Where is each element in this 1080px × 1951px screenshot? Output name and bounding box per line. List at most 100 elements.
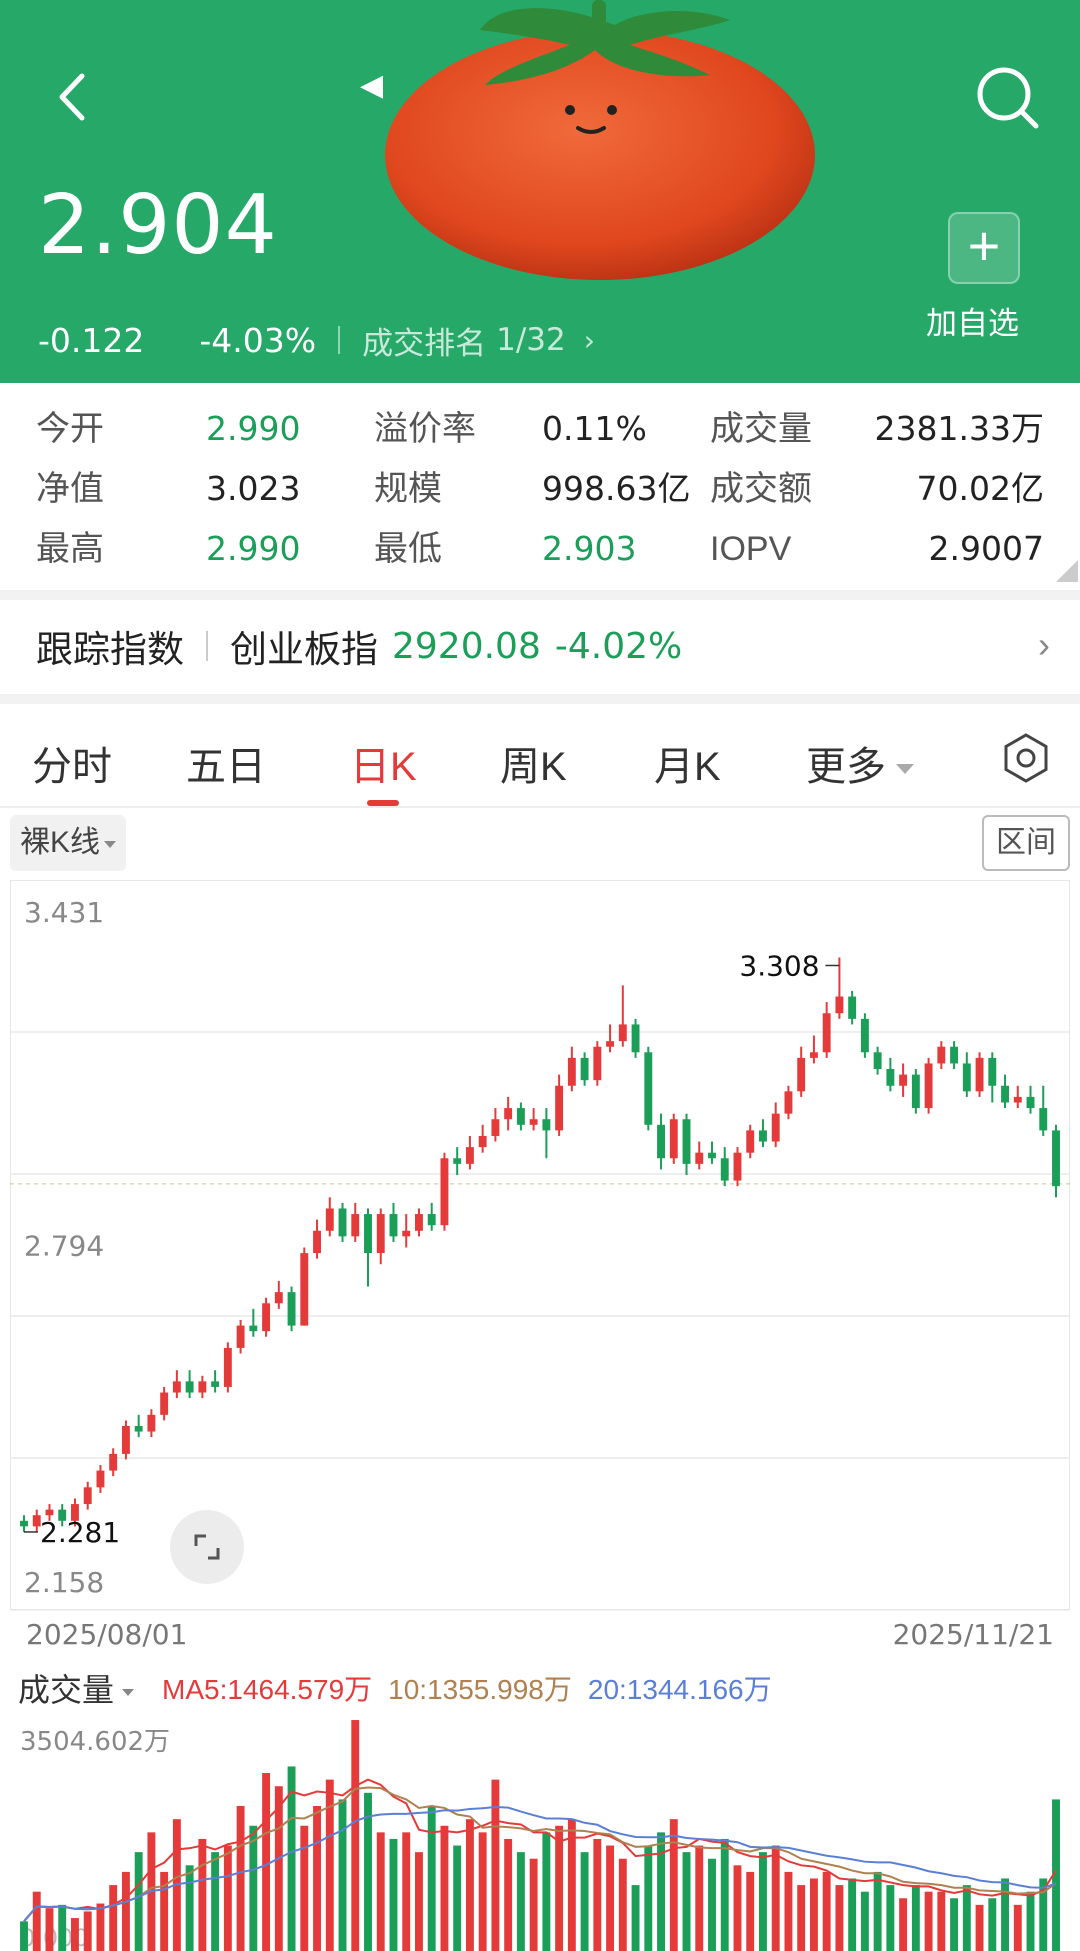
candle-body (733, 1152, 742, 1181)
candle-body (1001, 1085, 1009, 1103)
candle-body (262, 1303, 271, 1332)
stat-value-iopv: 2.9007 (928, 529, 1044, 568)
candle-body (415, 1214, 423, 1231)
candle-body (529, 1119, 538, 1125)
volume-bar (1026, 1891, 1035, 1951)
volume-bar (988, 1898, 997, 1951)
volume-bar (809, 1878, 818, 1951)
stat-value-open: 2.990 (206, 409, 301, 448)
candle-body (618, 1024, 627, 1042)
candle-body (376, 1214, 385, 1254)
volume-indicator-label: 成交量 (18, 1672, 115, 1708)
candle-body (1026, 1096, 1035, 1109)
chevron-right-icon[interactable]: › (1038, 624, 1050, 666)
candle-body (313, 1230, 321, 1254)
volume-bar (848, 1878, 857, 1951)
stat-label-nav: 净值 (36, 470, 104, 508)
candle-body (402, 1230, 411, 1237)
volume-bar (211, 1852, 220, 1951)
candle-body (389, 1214, 398, 1237)
candle-body (440, 1158, 449, 1226)
candle-body (848, 996, 857, 1019)
volume-bar (899, 1898, 908, 1951)
current-price: 2.904 (38, 178, 278, 273)
volume-bar (427, 1805, 436, 1951)
volume-bar (516, 1852, 525, 1951)
candle-body (121, 1425, 130, 1454)
volume-bar (822, 1871, 831, 1951)
chart-frame (10, 880, 1070, 1610)
candle-body (937, 1046, 946, 1064)
tab-five-day[interactable]: 五日 (186, 734, 266, 792)
candle-body (1039, 1108, 1048, 1131)
tab-daily-k[interactable]: 日K (350, 734, 417, 792)
volume-bar (236, 1805, 245, 1951)
volume-bar (644, 1845, 653, 1951)
tab-intraday[interactable]: 分时 (32, 734, 112, 792)
candle-body (873, 1052, 882, 1070)
add-watchlist-label[interactable]: 加自选 (926, 298, 1019, 343)
settings-icon[interactable] (1000, 732, 1052, 784)
caret-down-icon (122, 1689, 135, 1697)
volume-bar (83, 1911, 92, 1951)
stat-value-premium: 0.11% (542, 409, 647, 448)
candle-body (185, 1381, 194, 1393)
volume-bar (338, 1799, 347, 1951)
chevron-right-icon[interactable]: › (584, 324, 595, 357)
candle-body (236, 1325, 245, 1348)
volume-bar (733, 1865, 742, 1951)
caret-down-icon (896, 764, 914, 775)
tab-more-label: 更多 (806, 745, 886, 789)
volume-rank-label[interactable]: 成交排名 (362, 318, 486, 363)
tab-weekly-k[interactable]: 周K (500, 734, 567, 792)
stat-label-low: 最低 (374, 530, 442, 568)
volume-rank-value[interactable]: 1/32 (496, 322, 566, 358)
caret-down-icon (104, 840, 117, 848)
section-divider (0, 590, 1080, 600)
candle-body (300, 1253, 309, 1326)
volume-bar (924, 1891, 933, 1951)
candle-body (465, 1147, 474, 1164)
add-watchlist-button[interactable]: + (948, 212, 1020, 284)
kline-chart[interactable]: 3.431 2.794 2.158 3.308 2.281 2025/08/01 2025/… (10, 880, 1070, 1650)
volume-bar (300, 1825, 309, 1951)
volume-max-label: 3504.602万 (20, 1727, 170, 1757)
volume-bar (555, 1825, 564, 1951)
candle-body (746, 1130, 755, 1153)
volume-indicator-select[interactable]: 成交量 (18, 1665, 162, 1711)
candle-body (542, 1119, 551, 1131)
volume-bar (134, 1852, 143, 1951)
kline-mode-select[interactable]: 裸K线 (10, 815, 127, 871)
volume-bar (911, 1885, 920, 1951)
volume-bar (402, 1832, 411, 1951)
expand-corner-icon[interactable] (1056, 560, 1078, 582)
candle-body (899, 1074, 908, 1086)
x-axis-start-label: 2025/08/01 (26, 1618, 187, 1650)
volume-bar (937, 1891, 946, 1951)
search-icon[interactable] (972, 62, 1042, 132)
range-button[interactable]: 区间 (982, 815, 1070, 871)
volume-bar (529, 1858, 538, 1951)
volume-bar (720, 1838, 729, 1951)
volume-bar (20, 1921, 28, 1951)
tracking-index-label: 跟踪指数 (36, 629, 184, 670)
candle-body (223, 1347, 232, 1387)
tab-more[interactable]: 更多 (806, 734, 914, 792)
candle-body (160, 1392, 169, 1415)
candle-body (886, 1069, 895, 1086)
ma20-label: 20:1344.166万 (587, 1674, 772, 1705)
volume-bar (58, 1904, 67, 1951)
tracking-index-row[interactable]: 跟踪指数 创业板指 2920.08 -4.02% › (0, 600, 1080, 692)
volume-bar (708, 1858, 716, 1951)
candle-body (860, 1018, 869, 1053)
stat-value-volume: 2381.33万 (874, 409, 1044, 448)
volume-bar (873, 1871, 882, 1951)
candle-body (644, 1052, 653, 1125)
volume-bar (376, 1832, 385, 1951)
tab-monthly-k[interactable]: 月K (654, 734, 721, 792)
quote-stats: 今开 2.990 溢价率 0.11% 成交量 2381.33万 净值 3.023… (0, 398, 1080, 588)
volume-bar (262, 1773, 271, 1951)
candle-body (695, 1152, 704, 1164)
fullscreen-button[interactable] (170, 1510, 244, 1584)
back-arrow-icon[interactable] (44, 62, 104, 132)
